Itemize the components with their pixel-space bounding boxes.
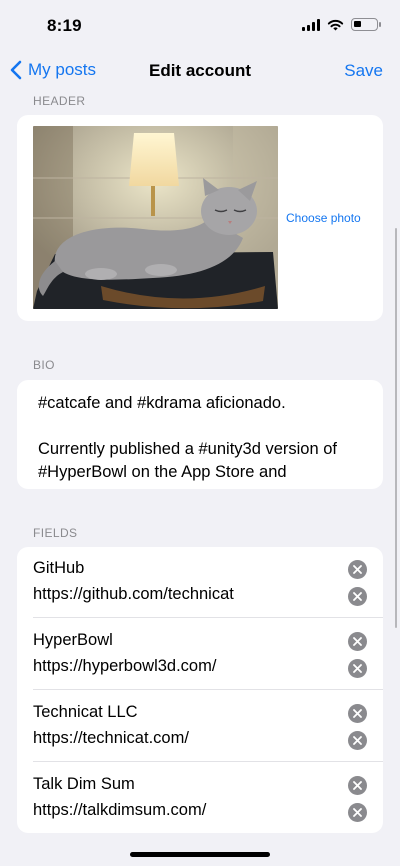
clear-button[interactable]: [348, 776, 367, 795]
close-icon: [353, 637, 362, 646]
close-icon: [353, 736, 362, 745]
home-indicator[interactable]: [130, 852, 270, 857]
close-icon: [353, 808, 362, 817]
save-button[interactable]: Save: [344, 61, 383, 81]
wifi-icon: [327, 19, 344, 30]
header-card: Choose photo: [17, 115, 383, 321]
status-icons: [302, 18, 381, 31]
fields-card: GitHub https://github.com/technicat Hype…: [17, 547, 383, 833]
close-icon: [353, 781, 362, 790]
field-name-input[interactable]: HyperBowl: [33, 631, 113, 650]
field-name-input[interactable]: Talk Dim Sum: [33, 775, 135, 794]
chevron-left-icon: [10, 60, 22, 80]
bio-text-area[interactable]: #catcafe and #kdrama aficionado. Current…: [38, 392, 370, 484]
clear-button[interactable]: [348, 659, 367, 678]
clear-button[interactable]: [348, 632, 367, 651]
field-row: Technicat LLC https://technicat.com/: [17, 691, 383, 762]
divider: [33, 761, 383, 762]
cellular-signal-icon: [302, 18, 320, 31]
battery-icon: [351, 18, 381, 31]
clear-button[interactable]: [348, 803, 367, 822]
clear-button[interactable]: [348, 731, 367, 750]
scroll-indicator[interactable]: [394, 228, 397, 628]
field-value-input[interactable]: https://hyperbowl3d.com/: [33, 657, 216, 676]
choose-photo-link[interactable]: Choose photo: [286, 211, 361, 225]
header-photo-image: [33, 126, 278, 309]
divider: [33, 617, 383, 618]
field-value-input[interactable]: https://talkdimsum.com/: [33, 801, 206, 820]
back-button[interactable]: My posts: [10, 60, 96, 80]
clear-button[interactable]: [348, 560, 367, 579]
divider: [33, 689, 383, 690]
back-button-label: My posts: [28, 60, 97, 79]
status-time: 8:19: [47, 16, 82, 35]
header-section-label: HEADER: [33, 94, 86, 108]
close-icon: [353, 709, 362, 718]
header-photo[interactable]: [33, 126, 278, 309]
close-icon: [353, 664, 362, 673]
field-name-input[interactable]: GitHub: [33, 559, 84, 578]
field-row: Talk Dim Sum https://talkdimsum.com/: [17, 763, 383, 833]
field-name-input[interactable]: Technicat LLC: [33, 703, 138, 722]
field-value-input[interactable]: https://github.com/technicat: [33, 585, 234, 604]
field-value-input[interactable]: https://technicat.com/: [33, 729, 189, 748]
bio-card: #catcafe and #kdrama aficionado. Current…: [17, 380, 383, 489]
navigation-bar: My posts Edit account Save: [0, 52, 400, 92]
clear-button[interactable]: [348, 587, 367, 606]
fields-section-label: FIELDS: [33, 526, 78, 540]
field-row: HyperBowl https://hyperbowl3d.com/: [17, 619, 383, 690]
close-icon: [353, 565, 362, 574]
status-bar: 8:19: [0, 0, 400, 52]
close-icon: [353, 592, 362, 601]
clear-button[interactable]: [348, 704, 367, 723]
bio-section-label: BIO: [33, 358, 55, 372]
field-row: GitHub https://github.com/technicat: [17, 547, 383, 618]
